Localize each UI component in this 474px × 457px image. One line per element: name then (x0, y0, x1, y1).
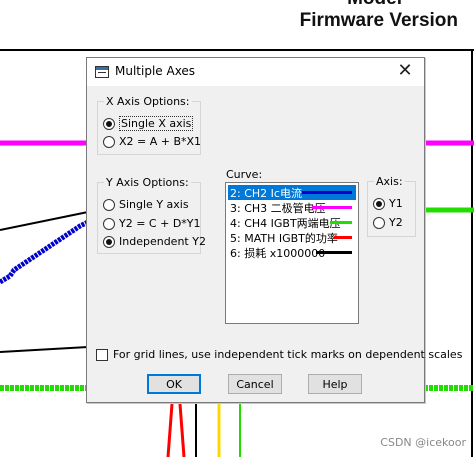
background-title-model: Model (347, 0, 402, 10)
radio-label: Y2 = C + D*Y1 (119, 217, 201, 230)
blue-trace-staircase (0, 219, 90, 285)
radio-label: X2 = A + B*X1 (119, 135, 202, 148)
radio-axis-y2[interactable]: Y2 (373, 216, 403, 229)
dialog-title: Multiple Axes (115, 64, 196, 78)
watermark: CSDN @icekoor (380, 436, 466, 449)
radio-indicator[interactable] (103, 217, 115, 230)
grid-lines-checkbox-row[interactable]: For grid lines, use independent tick mar… (96, 348, 462, 361)
radio-label: Single X axis (119, 116, 194, 131)
curve-color-swatch (334, 236, 352, 239)
radio-indicator[interactable] (373, 216, 385, 229)
curve-listbox[interactable]: 2: CH2 Ic电流 3: CH3 二极管电压 4: CH4 IGBT两端电压… (225, 182, 359, 324)
curve-color-swatch (302, 191, 352, 194)
red-spike-2 (178, 403, 186, 457)
axis-legend: Axis: (376, 175, 403, 188)
curve-item-label: 4: CH4 IGBT两端电压 (230, 216, 341, 230)
curve-color-swatch (330, 221, 352, 224)
black-trace-left-lower (0, 346, 89, 353)
curve-item-label: 6: 损耗 x1000000 (230, 246, 326, 260)
grid-lines-checkbox-label: For grid lines, use independent tick mar… (113, 348, 463, 361)
radio-indicator[interactable] (103, 117, 115, 130)
x-axis-options-legend: X Axis Options: (106, 95, 190, 108)
radio-indicator[interactable] (103, 235, 115, 248)
ok-button-label: OK (166, 377, 182, 391)
radio-independent-y2[interactable]: Independent Y2 (103, 235, 206, 248)
grid-lines-checkbox[interactable] (96, 348, 108, 361)
radio-y2-linear[interactable]: Y2 = C + D*Y1 (103, 217, 201, 230)
help-button[interactable]: Help (308, 374, 362, 394)
red-spike-1 (166, 403, 174, 457)
radio-label: Independent Y2 (119, 235, 206, 248)
help-button-label: Help (322, 377, 348, 391)
curve-item-ch3[interactable]: 3: CH3 二极管电压 (228, 200, 356, 215)
curve-color-swatch (316, 251, 352, 254)
curve-item-math[interactable]: 5: MATH IGBT的功率 (228, 230, 356, 245)
radio-x2-linear[interactable]: X2 = A + B*X1 (103, 135, 201, 148)
radio-indicator[interactable] (103, 198, 115, 211)
radio-indicator[interactable] (373, 197, 385, 210)
cancel-button-label: Cancel (236, 377, 274, 391)
ok-button[interactable]: OK (147, 374, 201, 394)
radio-axis-y1[interactable]: Y1 (373, 197, 403, 210)
multiple-axes-dialog: Multiple Axes ✕ X Axis Options: Single X… (86, 57, 462, 403)
close-icon[interactable]: ✕ (394, 60, 416, 82)
curve-item-label: 2: CH2 Ic电流 (230, 186, 302, 200)
radio-single-y-axis[interactable]: Single Y axis (103, 198, 189, 211)
curve-label: Curve: (226, 168, 263, 181)
radio-indicator[interactable] (103, 135, 115, 148)
background-title-firmware: Firmware Version (299, 10, 458, 31)
radio-single-x-axis[interactable]: Single X axis (103, 116, 194, 131)
radio-label: Y2 (389, 216, 403, 229)
y-axis-options-legend: Y Axis Options: (106, 176, 189, 189)
radio-label: Y1 (389, 197, 403, 210)
cancel-button[interactable]: Cancel (228, 374, 282, 394)
curve-item-label: 5: MATH IGBT的功率 (230, 231, 338, 245)
curve-item-ch4[interactable]: 4: CH4 IGBT两端电压 (228, 215, 356, 230)
dialog-titlebar[interactable]: Multiple Axes ✕ (87, 58, 424, 86)
curve-item-ch2[interactable]: 2: CH2 Ic电流 (228, 185, 356, 200)
curve-color-swatch (312, 206, 352, 209)
radio-label: Single Y axis (119, 198, 189, 211)
window-icon (95, 66, 109, 78)
curve-item-loss[interactable]: 6: 损耗 x1000000 (228, 245, 356, 260)
